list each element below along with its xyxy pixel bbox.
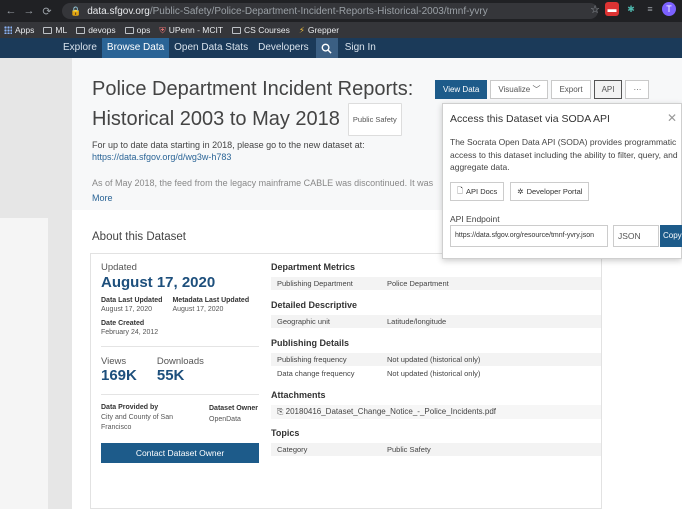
close-icon[interactable]: ✕: [667, 111, 677, 125]
bookmark-upenn[interactable]: ⛨ UPenn - MCIT: [159, 25, 223, 36]
dataset-owner-value: OpenData: [209, 416, 241, 423]
url-path: /Public-Safety/Police-Department-Inciden…: [149, 5, 488, 17]
browser-toolbar: ← → ⟳ 🔒 data.sfgov.org /Public-Safety/Po…: [0, 0, 682, 22]
contact-owner-button[interactable]: Contact Dataset Owner: [101, 443, 259, 463]
description-faded-text: As of May 2018, the feed from the legacy…: [92, 178, 434, 188]
reload-icon[interactable]: ⟳: [40, 5, 54, 18]
nav-explore[interactable]: Explore: [58, 38, 102, 58]
about-heading: About this Dataset: [92, 231, 186, 243]
grepper-icon: ⚡: [298, 24, 305, 35]
extension-icon[interactable]: ▬: [605, 2, 619, 16]
search-button[interactable]: [315, 38, 338, 58]
metadata-last-updated-label: Metadata Last Updated: [172, 297, 250, 304]
endpoint-label: API Endpoint: [450, 214, 500, 224]
table-row: Data change frequency Not updated (histor…: [271, 367, 601, 381]
bookmark-grepper[interactable]: ⚡ Grepper: [299, 25, 339, 36]
data-last-updated-value: August 17, 2020: [101, 306, 152, 313]
attachment-link[interactable]: ⎘ 20180416_Dataset_Change_Notice_-_Polic…: [271, 405, 601, 419]
folder-icon: [76, 26, 86, 34]
chevron-down-icon: ﹀: [532, 85, 541, 94]
folder-icon: [232, 26, 242, 34]
new-dataset-link[interactable]: https://data.sfgov.org/d/wg3w-h783: [92, 152, 231, 162]
page-margin: [0, 58, 72, 509]
api-popover: Access this Dataset via SODA API ✕ The S…: [442, 103, 682, 259]
visualize-button[interactable]: Visualize ﹀: [490, 80, 549, 99]
extensions-menu-icon[interactable]: ≡: [643, 2, 657, 16]
lock-icon: 🔒: [70, 5, 82, 16]
data-last-updated-label: Data Last Updated: [101, 297, 163, 304]
api-button[interactable]: API: [593, 80, 623, 99]
api-docs-button[interactable]: 🗋 API Docs: [450, 182, 505, 201]
page-title-line2: Historical 2003 to May 2018: [92, 108, 340, 130]
date-created-value: February 24, 2012: [101, 329, 159, 336]
publishing-details-title: Publishing Details: [271, 338, 350, 348]
url-host: data.sfgov.org: [87, 5, 150, 17]
table-row: Publishing frequency Not updated (histori…: [271, 353, 601, 367]
table-row: Geographic unit Latitude/longitude: [271, 315, 601, 329]
bookmark-devops[interactable]: devops: [76, 25, 116, 35]
nav-browse-data[interactable]: Browse Data: [101, 38, 170, 58]
updated-date: August 17, 2020: [101, 274, 216, 291]
more-actions-button[interactable]: ···: [625, 80, 650, 99]
about-summary: Updated August 17, 2020 Data Last Update…: [101, 262, 259, 463]
nav-sign-in[interactable]: Sign In: [340, 38, 381, 58]
bookmark-cs-courses[interactable]: CS Courses: [232, 25, 290, 35]
export-button[interactable]: Export: [551, 80, 591, 99]
bookmark-ops[interactable]: ops: [124, 25, 150, 35]
downloads-value: 55K: [156, 367, 185, 384]
topics-title: Topics: [271, 428, 300, 438]
document-icon: 🗋: [457, 186, 464, 195]
search-icon: [321, 43, 332, 54]
profile-avatar[interactable]: T: [662, 2, 676, 16]
action-bar: View Data Visualize ﹀ Export API ···: [435, 80, 652, 99]
paperclip-icon: ⎘: [277, 407, 284, 416]
more-link[interactable]: More: [92, 193, 113, 203]
detailed-descriptive-title: Detailed Descriptive: [271, 300, 358, 310]
popover-title: Access this Dataset via SODA API: [450, 113, 610, 125]
table-row: Publishing Department Police Department: [271, 277, 601, 291]
nav-developers[interactable]: Developers: [253, 38, 314, 58]
bookmark-apps[interactable]: Apps: [4, 25, 34, 35]
nav-open-data-stats[interactable]: Open Data Stats: [169, 38, 253, 58]
format-select[interactable]: JSON: [613, 225, 659, 247]
page-title: Police Department Incident Reports:: [92, 78, 414, 100]
updated-label: Updated: [101, 262, 137, 273]
view-data-button[interactable]: View Data: [435, 80, 488, 99]
description-text: For up to date data starting in 2018, pl…: [92, 140, 365, 150]
bookmarks-bar: Apps ML devops ops ⛨ UPenn - MCIT CS Cour…: [0, 22, 682, 38]
forward-arrow-icon[interactable]: →: [22, 5, 36, 17]
provided-by-label: Data Provided by: [101, 404, 159, 411]
views-label: Views: [101, 356, 127, 367]
endpoint-input[interactable]: https://data.sfgov.org/resource/tmnf-yvr…: [450, 225, 608, 247]
dataset-owner-label: Dataset Owner: [209, 405, 259, 412]
bookmark-star-icon[interactable]: ☆: [590, 3, 600, 16]
apps-grid-icon: [4, 26, 12, 34]
about-details: Department Metrics Publishing Department…: [271, 262, 601, 466]
date-created-label: Date Created: [101, 320, 145, 327]
folder-icon: [124, 26, 134, 34]
address-bar[interactable]: 🔒 data.sfgov.org /Public-Safety/Police-D…: [62, 3, 598, 19]
folder-icon: [43, 26, 53, 34]
category-tag[interactable]: Public Safety: [347, 103, 402, 136]
views-value: 169K: [101, 367, 137, 384]
shield-icon: ⛨: [159, 24, 166, 35]
site-header: Explore Browse Data Open Data Stats Deve…: [0, 38, 682, 58]
back-arrow-icon[interactable]: ←: [4, 5, 18, 17]
provided-by-value: City and County of San Francisco: [101, 414, 173, 431]
developer-portal-button[interactable]: ✲ Developer Portal: [510, 182, 590, 201]
metadata-last-updated-value: August 17, 2020: [172, 306, 224, 313]
gear-icon: ✲: [517, 187, 524, 196]
popover-description: The Socrata Open Data API (SODA) provide…: [450, 137, 678, 172]
table-row: Category Public Safety: [271, 443, 601, 457]
bookmark-ml[interactable]: ML: [43, 25, 67, 35]
about-card: Updated August 17, 2020 Data Last Update…: [90, 253, 602, 509]
dept-metrics-title: Department Metrics: [271, 262, 356, 272]
copy-button[interactable]: Copy: [660, 225, 682, 247]
downloads-label: Downloads: [156, 356, 204, 367]
attachments-title: Attachments: [271, 390, 326, 400]
puzzle-extension-icon[interactable]: ✱: [624, 2, 638, 16]
